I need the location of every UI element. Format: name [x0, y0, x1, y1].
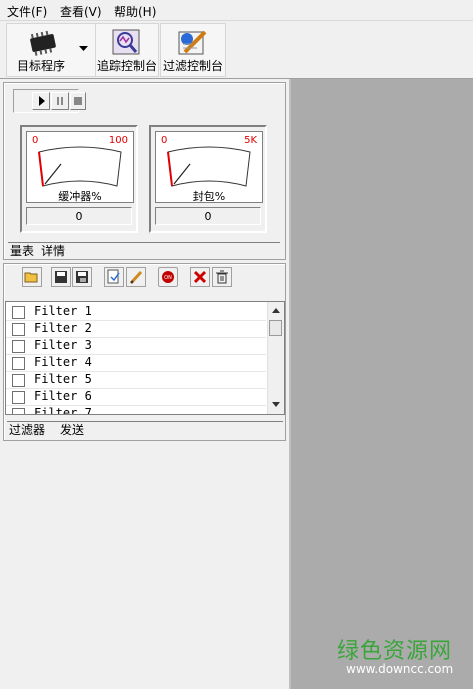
scroll-up-icon[interactable]: [272, 308, 280, 313]
buffer-gauge-arc: [38, 146, 122, 187]
filter-tabstrip: [7, 421, 283, 436]
filter-checkbox[interactable]: [12, 391, 25, 404]
filter-checkbox[interactable]: [12, 306, 25, 319]
filter-console-icon: [178, 30, 207, 55]
tab-gauges[interactable]: 量表: [10, 243, 34, 259]
save-icon: [55, 271, 67, 283]
pause-icon: [57, 97, 63, 105]
filter-label: Filter 1: [34, 304, 92, 318]
watermark-url: www.downcc.com: [346, 662, 454, 676]
new-filter-button[interactable]: [104, 267, 124, 287]
tab-filters[interactable]: 过滤器: [9, 422, 45, 438]
play-button[interactable]: [32, 92, 50, 110]
packet-meter-face: 0 5K 封包%: [155, 131, 263, 203]
filter-checkbox[interactable]: [12, 357, 25, 370]
filter-console-button[interactable]: 过滤控制台: [160, 23, 226, 77]
buffer-meter-caption: 缓冲器%: [58, 190, 102, 203]
menu-view[interactable]: 查看(V): [60, 3, 102, 20]
filter-label: Filter 3: [34, 338, 92, 352]
filter-label: Filter 2: [34, 321, 92, 335]
filter-label: Filter 4: [34, 355, 92, 369]
stop-button[interactable]: [70, 92, 86, 110]
packet-meter-caption: 封包%: [192, 190, 226, 203]
play-icon: [39, 96, 45, 106]
scroll-thumb[interactable]: [269, 320, 282, 336]
stop-icon: [74, 97, 82, 105]
buffer-meter: 0 100 缓冲器% 0: [20, 125, 138, 233]
target-program-button[interactable]: 目标程序: [6, 23, 96, 77]
pencil-icon: [129, 270, 143, 285]
toggle-on-button[interactable]: ON: [158, 267, 178, 287]
packet-meter-max: 5K: [244, 135, 257, 146]
pause-button[interactable]: [51, 92, 69, 110]
scroll-down-icon[interactable]: [272, 402, 280, 407]
open-folder-icon: [24, 272, 38, 283]
packet-meter-min: 0: [161, 135, 168, 146]
packet-meter-value: 0: [155, 207, 261, 225]
toolbar: 目标程序 追踪控制台 过滤控制台: [0, 21, 473, 79]
watermark-title: 绿色资源网: [337, 639, 453, 664]
meters-group: 0 100 缓冲器% 0 0 5K 封包% 0 量表 详情: [3, 82, 286, 260]
buffer-meter-min: 0: [32, 135, 39, 146]
filter-label: Filter 6: [34, 389, 92, 403]
svg-text:ON: ON: [164, 275, 172, 281]
open-button[interactable]: [22, 267, 42, 287]
filter-label: Filter 7: [34, 406, 92, 415]
filter-row[interactable]: Filter 1: [6, 303, 266, 321]
trace-console-label: 追踪控制台: [96, 59, 157, 73]
filter-row[interactable]: Filter 2: [6, 320, 266, 338]
trash-button[interactable]: [212, 267, 232, 287]
save-as-icon: [76, 271, 88, 283]
chip-icon: [30, 30, 56, 56]
tab-details[interactable]: 详情: [41, 243, 65, 259]
buffer-meter-max: 100: [108, 135, 128, 146]
save-as-button[interactable]: [72, 267, 92, 287]
delete-x-icon: [193, 270, 207, 284]
buffer-meter-face: 0 100 缓冲器%: [26, 131, 134, 203]
filter-row[interactable]: Filter 6: [6, 388, 266, 406]
filter-label: Filter 5: [34, 372, 92, 386]
packet-gauge-arc: [167, 146, 251, 187]
filter-row[interactable]: Filter 3: [6, 337, 266, 355]
packet-meter: 0 5K 封包% 0: [149, 125, 267, 233]
playback-controls: [13, 89, 86, 113]
filter-checkbox[interactable]: [12, 323, 25, 336]
console-area: [291, 79, 473, 689]
filter-list[interactable]: Filter 1 Filter 2 Filter 3 Filter 4 Filter 5…: [5, 301, 285, 415]
menu-file[interactable]: 文件(F): [7, 3, 47, 20]
trash-icon: [216, 270, 228, 284]
dropdown-arrow-icon[interactable]: [79, 46, 88, 52]
tab-send[interactable]: 发送: [60, 422, 84, 438]
filter-row[interactable]: Filter 7: [6, 405, 266, 415]
left-panel: 0 100 缓冲器% 0 0 5K 封包% 0 量表 详情 ON Filter …: [0, 79, 291, 689]
edit-filter-button[interactable]: [126, 267, 146, 287]
buffer-meter-value: 0: [26, 207, 132, 225]
filter-row[interactable]: Filter 5: [6, 371, 266, 389]
filter-checkbox[interactable]: [12, 408, 25, 414]
save-button[interactable]: [51, 267, 71, 287]
filter-checkbox[interactable]: [12, 340, 25, 353]
new-document-icon: [107, 269, 120, 284]
filter-row[interactable]: Filter 4: [6, 354, 266, 372]
filter-console-label: 过滤控制台: [162, 59, 223, 73]
filter-list-scrollbar[interactable]: [267, 302, 284, 414]
on-icon: ON: [162, 271, 174, 283]
trace-console-icon: [112, 29, 140, 55]
target-program-label: 目标程序: [16, 59, 65, 73]
delete-button[interactable]: [190, 267, 210, 287]
menu-bar: 文件(F) 查看(V) 帮助(H): [0, 0, 473, 21]
trace-console-button[interactable]: 追踪控制台: [95, 23, 159, 77]
menu-help[interactable]: 帮助(H): [114, 3, 156, 20]
filter-checkbox[interactable]: [12, 374, 25, 387]
